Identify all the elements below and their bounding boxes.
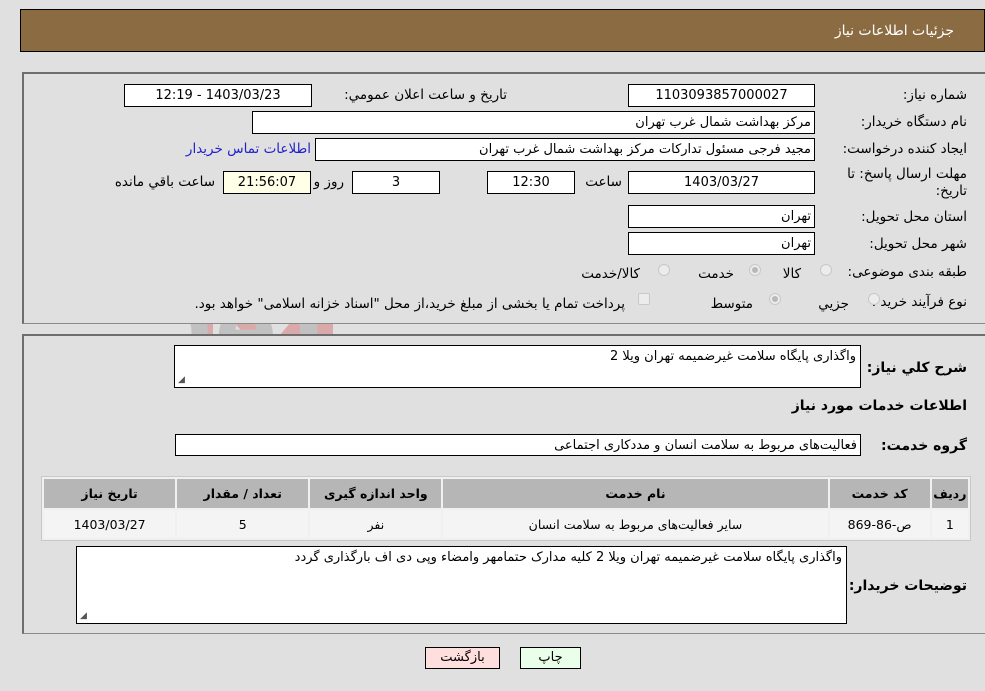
- cell-need-date: 1403/03/27: [44, 510, 176, 538]
- province-label: استان محل تحویل:: [861, 209, 967, 225]
- page-header: جزئیات اطلاعات نیاز: [20, 9, 985, 52]
- cell-service-name: سایر فعالیت‌های مربوط به سلامت انسان: [443, 510, 828, 538]
- process-radio-minor[interactable]: [868, 293, 880, 305]
- resize-grip-icon[interactable]: ◢: [178, 375, 185, 385]
- remaining-time-field: 21:56:07: [223, 171, 311, 194]
- buyer-notes-label: توضیحات خریدار:: [848, 578, 967, 594]
- resize-grip-icon[interactable]: ◢: [80, 611, 87, 621]
- cell-quantity: 5: [177, 510, 309, 538]
- table-header-row: ردیف کد خدمت نام خدمت واحد اندازه گیری ت…: [44, 479, 968, 508]
- general-desc-text: واگذاری پایگاه سلامت غیرضمیمه تهران ویلا…: [609, 349, 856, 364]
- summary-panel: شرح کلي نیاز: واگذاری پایگاه سلامت غیرضم…: [22, 334, 985, 634]
- city-field: تهران: [628, 232, 815, 255]
- category-radio-service[interactable]: [749, 264, 761, 276]
- days-label: روز و: [313, 174, 344, 190]
- col-service-code: کد خدمت: [829, 479, 930, 508]
- page-title: جزئیات اطلاعات نیاز: [834, 23, 954, 39]
- deadline-time-label: ساعت: [585, 174, 622, 190]
- announce-label: تاریخ و ساعت اعلان عمومي:: [344, 87, 507, 103]
- buyer-org-field: مرکز بهداشت شمال غرب تهران: [252, 111, 815, 134]
- announce-field: 1403/03/23 - 12:19: [124, 84, 312, 107]
- creator-field: مجید فرجی مسئول تدارکات مرکز بهداشت شمال…: [315, 138, 815, 161]
- services-heading: اطلاعات خدمات مورد نیاز: [791, 398, 967, 414]
- details-panel: شماره نیاز: 1103093857000027 تاریخ و ساع…: [22, 72, 985, 324]
- general-desc-textarea[interactable]: واگذاری پایگاه سلامت غیرضمیمه تهران ویلا…: [174, 345, 861, 388]
- col-quantity: تعداد / مقدار: [177, 479, 309, 508]
- service-group-field: فعالیت‌های مربوط به سلامت انسان و مددکار…: [175, 434, 861, 456]
- col-unit: واحد اندازه گیری: [310, 479, 442, 508]
- category-label: طبقه بندی موضوعی:: [847, 264, 967, 280]
- print-button[interactable]: چاپ: [520, 647, 581, 669]
- cell-service-code: ص-86-869: [829, 510, 930, 538]
- col-row-number: ردیف: [931, 479, 968, 508]
- cell-unit: نفر: [310, 510, 442, 538]
- buyer-org-label: نام دستگاه خریدار:: [860, 114, 967, 130]
- deadline-time-field: 12:30: [487, 171, 575, 194]
- days-field: 3: [352, 171, 440, 194]
- cell-row-number: 1: [931, 510, 968, 538]
- deadline-date-field: 1403/03/27: [628, 171, 815, 194]
- process-radio-medium[interactable]: [769, 293, 781, 305]
- services-table: ردیف کد خدمت نام خدمت واحد اندازه گیری ت…: [41, 476, 971, 541]
- category-radio-goods[interactable]: [820, 264, 832, 276]
- general-desc-label: شرح کلي نیاز:: [866, 360, 967, 376]
- process-option-minor: جزيي: [818, 296, 849, 312]
- service-group-label: گروه خدمت:: [881, 438, 967, 454]
- need-number-field: 1103093857000027: [628, 84, 815, 107]
- province-field: تهران: [628, 205, 815, 228]
- category-option-goods: کالا: [782, 266, 801, 282]
- treasury-checkbox[interactable]: [638, 293, 650, 305]
- col-service-name: نام خدمت: [443, 479, 828, 508]
- need-number-label: شماره نیاز:: [902, 87, 967, 103]
- treasury-note: پرداخت تمام یا بخشی از مبلغ خرید،از محل …: [194, 296, 625, 312]
- category-radio-goods-service[interactable]: [658, 264, 670, 276]
- buyer-contact-link[interactable]: اطلاعات تماس خریدار: [186, 141, 311, 157]
- category-option-goods-service: کالا/خدمت: [581, 266, 640, 282]
- buyer-notes-textarea[interactable]: واگذاری پایگاه سلامت غیرضمیمه تهران ویلا…: [76, 546, 847, 624]
- process-option-medium: متوسط: [710, 296, 753, 312]
- col-need-date: تاریخ نیاز: [44, 479, 176, 508]
- deadline-label: مهلت ارسال پاسخ: تا تاریخ:: [847, 166, 967, 199]
- process-label: نوع فرآیند خرید :: [871, 294, 967, 310]
- buyer-notes-text: واگذاری پایگاه سلامت غیرضمیمه تهران ویلا…: [294, 550, 842, 565]
- table-row: 1 ص-86-869 سایر فعالیت‌های مربوط به سلام…: [44, 510, 968, 538]
- city-label: شهر محل تحویل:: [869, 236, 967, 252]
- back-button[interactable]: بازگشت: [425, 647, 500, 669]
- category-option-service: خدمت: [698, 266, 734, 282]
- remaining-time-label: ساعت باقي مانده: [114, 174, 215, 190]
- creator-label: ایجاد کننده درخواست:: [842, 141, 967, 157]
